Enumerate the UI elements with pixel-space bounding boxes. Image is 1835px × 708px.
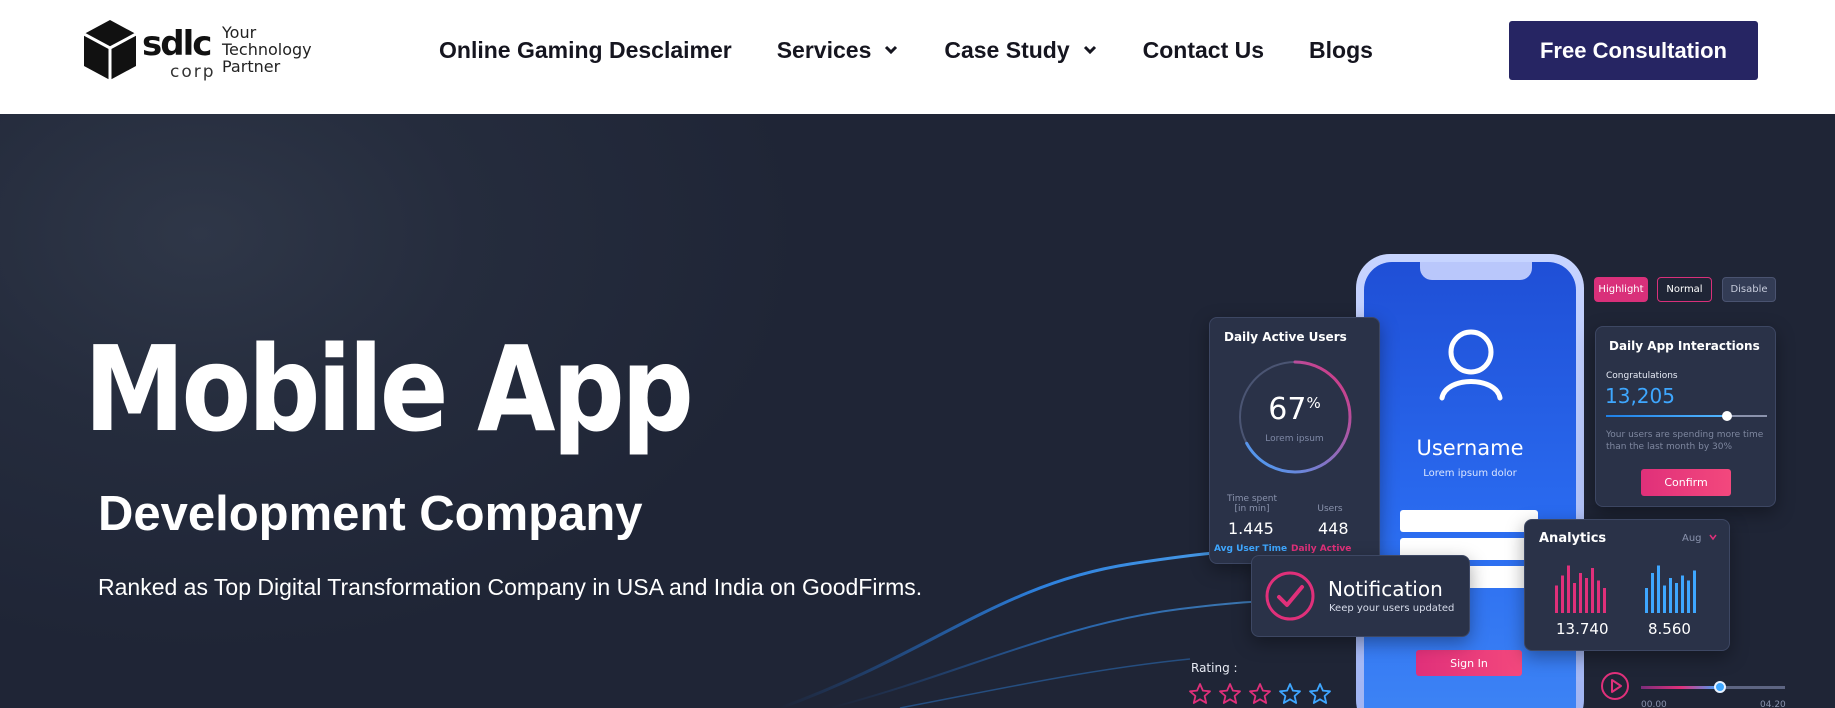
tagline-line: Partner xyxy=(222,57,281,76)
slider-knob xyxy=(1721,411,1732,421)
phone-lorem: Lorem ipsum dolor xyxy=(1423,468,1517,479)
chevron-down-icon xyxy=(885,45,898,55)
nav-item-blogs[interactable]: Blogs xyxy=(1309,37,1373,64)
nav-item-label: Services xyxy=(776,36,872,63)
logo-word: sdlc xyxy=(142,24,212,64)
nav-item-contact-us[interactable]: Contact Us xyxy=(1143,37,1264,64)
star-icon xyxy=(1189,683,1211,704)
analytics-card: Analytics Aug 13.740 8.560 xyxy=(1524,519,1730,651)
dau-lorem: Lorem ipsum xyxy=(1265,434,1324,444)
analytics-bar xyxy=(1573,583,1576,613)
nav-item-label: Case Study xyxy=(944,36,1070,63)
slider-fill xyxy=(1606,415,1727,417)
notification-title: Notification xyxy=(1328,577,1443,601)
highlight-pill: Highlight xyxy=(1594,277,1648,302)
card-title: Daily Active Users xyxy=(1224,330,1347,344)
logo[interactable]: sdlc corp Your Technology Partner xyxy=(82,18,322,84)
nav-item-online-gaming-desclaimer[interactable]: Online Gaming Desclaimer xyxy=(439,37,732,64)
star-icon xyxy=(1279,683,1301,704)
daily-active-users-card: Daily Active Users 67% Lorem ipsum Time … xyxy=(1209,317,1380,564)
analytics-value-left: 13.740 xyxy=(1556,620,1609,638)
logo-corp: corp xyxy=(170,62,216,82)
interactions-slider xyxy=(1606,411,1767,421)
check-circle-icon xyxy=(1265,571,1315,621)
phone-notch xyxy=(1420,262,1532,280)
phone-username: Username xyxy=(1416,436,1524,460)
users-value: 448 xyxy=(1318,519,1349,538)
logo-tagline: Your Technology Partner xyxy=(222,24,312,75)
analytics-value-right: 8.560 xyxy=(1648,620,1691,638)
nav-item-case-study[interactable]: Case Study xyxy=(944,37,1097,64)
player-progress xyxy=(1641,681,1785,693)
analytics-bar xyxy=(1675,583,1678,613)
rating-stars xyxy=(1188,682,1338,706)
dau-percent-value: 67 xyxy=(1268,392,1307,427)
card-title: Daily App Interactions xyxy=(1609,339,1760,353)
tagline-line: Your xyxy=(222,23,257,42)
hero-title: Mobile App xyxy=(84,320,694,458)
nav-item-label: Blogs xyxy=(1309,36,1373,63)
free-consultation-button[interactable]: Free Consultation xyxy=(1509,21,1758,80)
nav-item-label: Contact Us xyxy=(1142,36,1265,63)
analytics-bar xyxy=(1567,565,1570,613)
disable-pill: Disable xyxy=(1722,277,1776,302)
analytics-bar xyxy=(1645,588,1648,613)
nav-item-services[interactable]: Services xyxy=(777,37,900,64)
analytics-bar xyxy=(1681,575,1684,613)
analytics-bar xyxy=(1657,565,1660,613)
time-spent-line: Time spent xyxy=(1226,494,1278,504)
play-icon xyxy=(1601,672,1629,700)
avg-user-time-label: Avg User Time xyxy=(1214,544,1288,554)
main-nav: Online Gaming Desclaimer Services Case S… xyxy=(439,32,1373,68)
time-spent-line: [in min] xyxy=(1234,504,1270,514)
player-progress-fill xyxy=(1641,686,1721,689)
notification-card: Notification Keep your users updated xyxy=(1251,555,1470,637)
rating-label: Rating : xyxy=(1191,661,1238,675)
site-header: sdlc corp Your Technology Partner Online… xyxy=(0,0,1835,114)
dau-percent-symbol: % xyxy=(1306,394,1321,412)
hero-subtitle: Development Company xyxy=(98,487,643,541)
hero-description: Ranked as Top Digital Transformation Com… xyxy=(98,574,923,600)
analytics-bar xyxy=(1651,573,1654,613)
analytics-bar xyxy=(1663,585,1666,613)
analytics-bar xyxy=(1579,573,1582,613)
chevron-down-icon xyxy=(1083,45,1096,55)
interactions-value: 13,205 xyxy=(1605,384,1675,408)
confirm-button: Confirm xyxy=(1641,469,1731,496)
phone-input-field xyxy=(1400,510,1538,532)
analytics-bar xyxy=(1555,585,1558,613)
analytics-bar xyxy=(1591,568,1594,613)
user-icon xyxy=(1439,329,1503,401)
users-label: Users xyxy=(1317,504,1343,514)
time-spent-value: 1.445 xyxy=(1228,519,1274,538)
interactions-description: Your users are spending more time than t… xyxy=(1606,430,1764,452)
analytics-bar xyxy=(1603,588,1606,613)
sign-in-button: Sign In xyxy=(1416,650,1522,676)
analytics-bar xyxy=(1669,578,1672,613)
analytics-bar xyxy=(1693,570,1696,613)
congrats-label: Congratulations xyxy=(1606,371,1678,381)
player-time-end: 04.20 xyxy=(1760,700,1786,708)
star-icon xyxy=(1249,683,1271,704)
analytics-bar xyxy=(1687,580,1690,613)
time-spent-label: Time spent [in min] xyxy=(1222,494,1282,514)
cube-logo-icon xyxy=(83,20,137,80)
notification-subtitle: Keep your users updated xyxy=(1329,603,1455,614)
analytics-bar xyxy=(1561,575,1564,613)
analytics-bar xyxy=(1585,578,1588,613)
nav-item-label: Online Gaming Desclaimer xyxy=(439,36,732,63)
hero-section: Mobile App Development Company Ranked as… xyxy=(0,114,1835,708)
normal-pill: Normal xyxy=(1657,277,1712,302)
star-icon xyxy=(1219,683,1241,704)
daily-app-interactions-card: Daily App Interactions Congratulations 1… xyxy=(1595,326,1776,507)
dau-percent: 67% xyxy=(1210,392,1379,427)
tagline-line: Technology xyxy=(222,40,312,59)
analytics-bar xyxy=(1597,580,1600,613)
player-time-start: 00.00 xyxy=(1641,700,1667,708)
star-icon xyxy=(1309,683,1331,704)
